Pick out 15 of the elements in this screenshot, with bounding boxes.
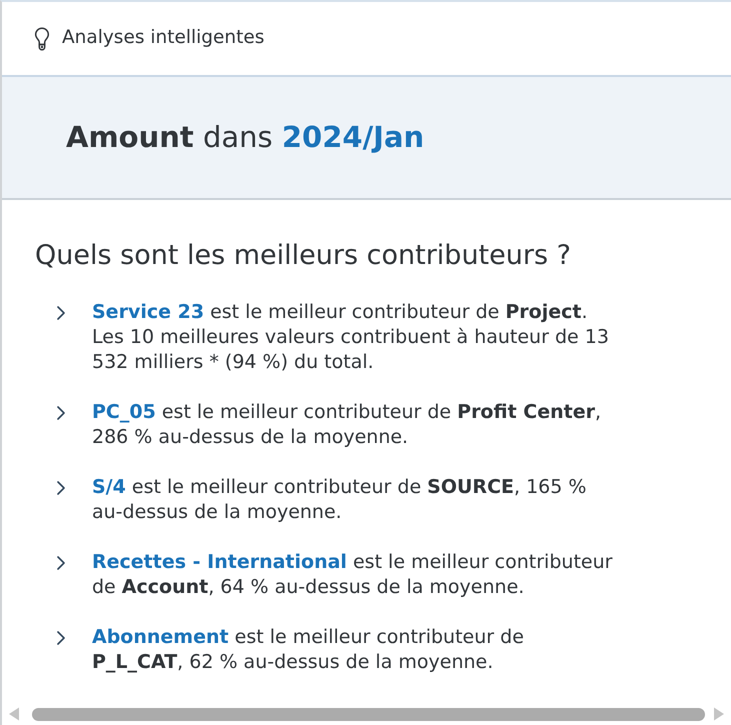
section-heading: Quels sont les meilleurs contributeurs ? [35, 240, 572, 272]
insight-text: Service 23 est le meilleur contributeur de Project. Les 10 meilleures valeurs contribuent à hauteur de 13 532 milliers * (94 %) du total. [92, 300, 610, 375]
insight-text: PC_05 est le meilleur contributeur de Profit Center, 286 % au-dessus de la moyenne. [92, 400, 602, 450]
lightbulb-icon [34, 26, 50, 50]
expand-button[interactable] [55, 480, 67, 496]
insight-text: Recettes - International est le meilleur contributeur de Account, 64 % au-dessus de la moyenne. [92, 550, 614, 600]
expand-button[interactable] [55, 305, 67, 321]
panel-title: Analyses intelligentes [62, 27, 264, 50]
expand-button[interactable] [55, 630, 67, 646]
insight-text: Abonnement est le meilleur contributeur de P_L_CAT, 62 % au-dessus de la moyenne. [92, 625, 525, 675]
scrollbar-thumb[interactable] [32, 708, 705, 720]
insight-text: S/4 est le meilleur contributeur de SOURCE, 165 % au-dessus de la moyenne. [92, 475, 588, 525]
expand-button[interactable] [55, 555, 67, 571]
expand-button[interactable] [55, 405, 67, 421]
measure-title: Amount dans 2024/Jan [66, 120, 424, 155]
